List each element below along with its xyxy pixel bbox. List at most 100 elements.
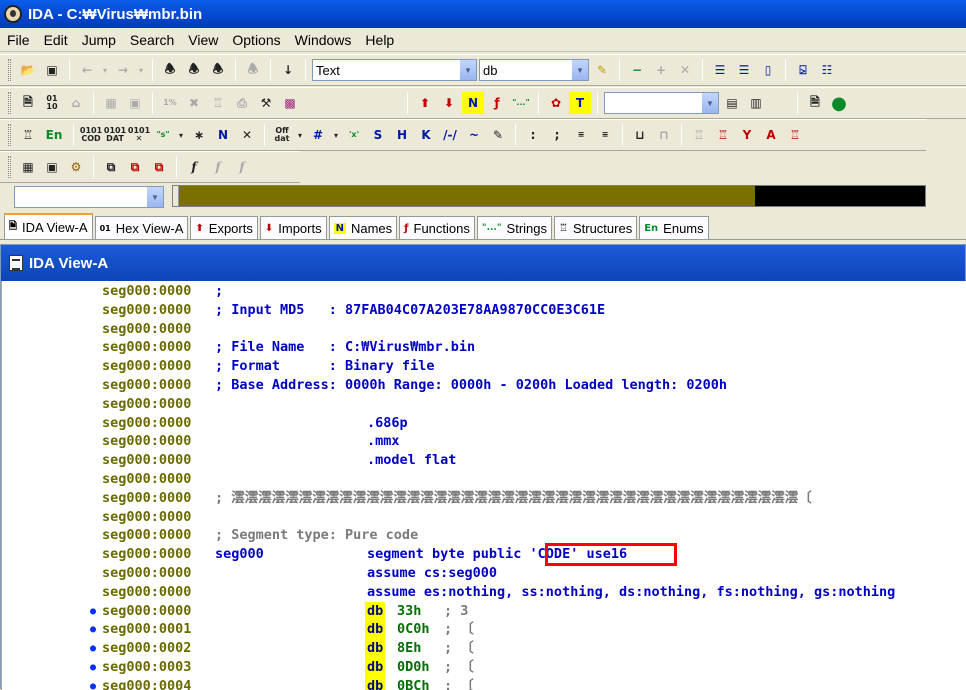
negate-icon[interactable]: ~ bbox=[463, 124, 485, 146]
imports-icon[interactable]: ⬇ bbox=[438, 92, 460, 114]
run-green-circle-icon[interactable]: ● bbox=[828, 92, 850, 114]
listing-line[interactable]: ● seg000:0003 db 0D0h ; 〔 bbox=[2, 658, 966, 677]
listing-line[interactable]: seg000:0000 ; Format : Binary file bbox=[2, 357, 966, 376]
save-icon[interactable]: ▣ bbox=[41, 59, 63, 81]
listing-line[interactable]: ● seg000:0000 db 33h ; 3 bbox=[2, 601, 966, 621]
number-hash-icon[interactable]: # bbox=[307, 124, 329, 146]
color-palette-icon[interactable]: ▩ bbox=[279, 92, 301, 114]
toolbar-grip[interactable] bbox=[8, 59, 11, 81]
breakpoint-bullet-icon[interactable]: ● bbox=[90, 620, 96, 639]
toolbar-grip[interactable] bbox=[8, 156, 11, 178]
jump-down-icon[interactable]: ↓ bbox=[277, 59, 299, 81]
breakpoint-bullet-icon[interactable]: ● bbox=[90, 639, 96, 658]
segment-h-icon[interactable]: H bbox=[391, 124, 413, 146]
dropdown-arrow-icon[interactable]: ▾ bbox=[136, 59, 146, 81]
unhide-icon[interactable]: ⊓ bbox=[653, 124, 675, 146]
listing-line[interactable]: seg000:0000 bbox=[2, 508, 966, 527]
navigation-band[interactable] bbox=[172, 185, 926, 207]
numbers-icon[interactable]: 1% bbox=[159, 92, 181, 114]
colon-icon[interactable]: : bbox=[522, 124, 544, 146]
dropdown-arrow-icon[interactable]: ▾ bbox=[176, 124, 186, 146]
segment-delete-icon[interactable]: ▥ bbox=[745, 92, 767, 114]
calculator-icon[interactable]: ▦ bbox=[17, 156, 39, 178]
wrench-icon[interactable]: ⚒ bbox=[255, 92, 277, 114]
menu-edit[interactable]: Edit bbox=[37, 29, 75, 51]
listing-line[interactable]: seg000:0000 assume cs:seg000 bbox=[2, 564, 966, 583]
listing-line[interactable]: seg000:0000 ; Segment type: Pure code bbox=[2, 526, 966, 545]
undefine-x-icon[interactable]: ✕ bbox=[236, 124, 258, 146]
names-icon[interactable]: N bbox=[462, 92, 484, 114]
tab-ida-view-a[interactable]: 🗎 IDA View-A bbox=[4, 213, 93, 239]
menu-view[interactable]: View bbox=[181, 29, 225, 51]
highlight-brush-icon[interactable]: ✎ bbox=[591, 59, 613, 81]
type-t-icon[interactable]: T bbox=[569, 92, 591, 114]
cross-arrows-icon[interactable]: ✖ bbox=[183, 92, 205, 114]
close-icon[interactable]: ✕ bbox=[674, 59, 696, 81]
back-icon[interactable]: ← bbox=[76, 59, 98, 81]
listing-line[interactable]: ● seg000:0002 db 8Eh ; 〔 bbox=[2, 639, 966, 659]
nav-band-left-grip[interactable] bbox=[173, 186, 179, 206]
document-icon[interactable]: 🗎 bbox=[17, 92, 39, 114]
listing-line[interactable]: seg000:0000 bbox=[2, 395, 966, 414]
listing-line[interactable]: seg000:0000 .686p bbox=[2, 414, 966, 433]
windows-stack-icon[interactable]: ⧉ bbox=[100, 156, 122, 178]
dropdown-arrow-icon[interactable]: ▾ bbox=[100, 59, 110, 81]
address-combo[interactable]: ▼ bbox=[14, 186, 164, 208]
undefine-icon[interactable]: 0101 ✕ bbox=[128, 124, 150, 146]
rename-n-icon[interactable]: N bbox=[212, 124, 234, 146]
data-icon[interactable]: 0101 DAT bbox=[104, 124, 126, 146]
string-icon[interactable]: "s" bbox=[152, 124, 174, 146]
listing-line[interactable]: seg000:0000 .model flat bbox=[2, 451, 966, 470]
windows-cascade-icon[interactable]: ⧉ bbox=[124, 156, 146, 178]
function-tail-icon[interactable]: f bbox=[231, 156, 253, 178]
binoculars-binary-icon[interactable]: 🕭 bbox=[207, 59, 229, 81]
anterior-lines-icon[interactable]: ≡ bbox=[570, 124, 592, 146]
text-combo[interactable]: Text ▼ bbox=[312, 59, 477, 81]
binoculars-disabled-icon[interactable]: 🕭 bbox=[242, 59, 264, 81]
bitwise-not-icon[interactable]: /-/ bbox=[439, 124, 461, 146]
tree-icon[interactable]: ♖ bbox=[207, 92, 229, 114]
chevron-down-icon[interactable]: ▼ bbox=[459, 60, 476, 80]
menu-jump[interactable]: Jump bbox=[75, 29, 123, 51]
tab-hex-view-a[interactable]: 01 Hex View-A bbox=[94, 216, 189, 239]
struct-y-icon[interactable]: Y bbox=[736, 124, 758, 146]
menu-help[interactable]: Help bbox=[358, 29, 401, 51]
dropdown-arrow-icon[interactable]: ▾ bbox=[295, 124, 305, 146]
windows-tile-icon[interactable]: ⧉ bbox=[148, 156, 170, 178]
toolbar-grip[interactable] bbox=[8, 92, 11, 114]
tab-enums[interactable]: En Enums bbox=[639, 216, 709, 239]
listing-line[interactable]: seg000:0000 bbox=[2, 470, 966, 489]
functions-icon[interactable]: ƒ bbox=[486, 92, 508, 114]
listing-line[interactable]: seg000:0000 bbox=[2, 320, 966, 339]
breakpoint-bullet-icon[interactable]: ● bbox=[90, 658, 96, 677]
pin-icon[interactable]: ✿ bbox=[545, 92, 567, 114]
pencil-icon[interactable]: ✎ bbox=[487, 124, 509, 146]
menu-options[interactable]: Options bbox=[225, 29, 287, 51]
array-icon[interactable]: ∗ bbox=[188, 124, 210, 146]
graph-split-icon[interactable]: ▯ bbox=[757, 59, 779, 81]
disassembly-listing[interactable]: seg000:0000; seg000:0000; Input MD5 : 87F… bbox=[1, 281, 966, 690]
listing-line[interactable]: seg000:0000 ; Input MD5 : 87FAB04C07A203E… bbox=[2, 301, 966, 320]
minus-icon[interactable]: − bbox=[626, 59, 648, 81]
menu-file[interactable]: File bbox=[0, 29, 37, 51]
tab-functions[interactable]: ƒ Functions bbox=[399, 216, 475, 239]
listing-line[interactable]: ● seg000:0001 db 0C0h ; 〔 bbox=[2, 620, 966, 640]
chevron-down-icon[interactable]: ▼ bbox=[701, 93, 718, 113]
image-icon[interactable]: ▣ bbox=[124, 92, 146, 114]
struct-tree-icon[interactable]: ♖ bbox=[688, 124, 710, 146]
code-icon[interactable]: 0101 COD bbox=[80, 124, 102, 146]
type-combo[interactable]: db ▼ bbox=[479, 59, 589, 81]
binoculars-icon[interactable]: 🕭 bbox=[159, 59, 181, 81]
posterior-lines-icon[interactable]: ≡ bbox=[594, 124, 616, 146]
chevron-down-icon[interactable]: ▼ bbox=[146, 187, 163, 207]
listing-line[interactable]: ● seg000:0004 db 0BCh ; 〔 bbox=[2, 676, 966, 690]
chevron-down-icon[interactable]: ▼ bbox=[571, 60, 588, 80]
hex-icon[interactable]: 01 10 bbox=[41, 92, 63, 114]
tab-names[interactable]: N Names bbox=[328, 216, 398, 239]
struct-var-icon[interactable]: ♖ bbox=[712, 124, 734, 146]
breakpoint-bullet-icon[interactable]: ● bbox=[90, 677, 96, 690]
semicolon-icon[interactable]: ; bbox=[546, 124, 568, 146]
segment-table-icon[interactable]: ▤ bbox=[721, 92, 743, 114]
function-f-icon[interactable]: f bbox=[183, 156, 205, 178]
home-icon[interactable]: ⌂ bbox=[65, 92, 87, 114]
